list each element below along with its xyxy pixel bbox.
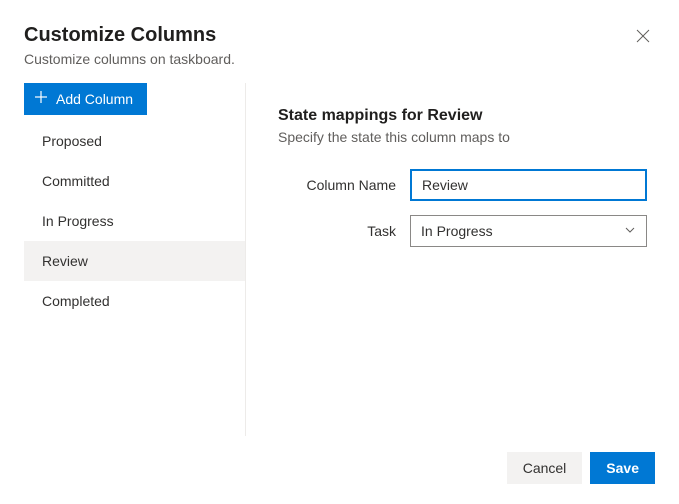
column-name-input[interactable] [410, 169, 647, 201]
section-description: Specify the state this column maps to [278, 129, 647, 145]
dialog-body: Add Column Proposed Committed In Progres… [24, 83, 655, 436]
plus-icon [34, 90, 48, 108]
task-label: Task [278, 223, 396, 239]
dialog-title: Customize Columns [24, 24, 655, 47]
columns-sidebar: Add Column Proposed Committed In Progres… [24, 83, 246, 436]
column-item-committed[interactable]: Committed [24, 161, 245, 201]
close-icon [636, 29, 650, 43]
customize-columns-dialog: Customize Columns Customize columns on t… [0, 0, 679, 504]
column-item-review[interactable]: Review [24, 241, 245, 281]
dialog-header: Customize Columns Customize columns on t… [24, 24, 655, 67]
task-select-value: In Progress [421, 223, 493, 239]
save-button[interactable]: Save [590, 452, 655, 484]
task-row: Task In Progress [278, 215, 647, 247]
column-item-proposed[interactable]: Proposed [24, 121, 245, 161]
cancel-button[interactable]: Cancel [507, 452, 583, 484]
dialog-subtitle: Customize columns on taskboard. [24, 51, 655, 67]
add-column-label: Add Column [56, 91, 133, 107]
section-title: State mappings for Review [278, 107, 647, 125]
column-name-label: Column Name [278, 177, 396, 193]
column-list: Proposed Committed In Progress Review Co… [24, 121, 245, 321]
chevron-down-icon [624, 223, 636, 239]
column-name-row: Column Name [278, 169, 647, 201]
column-item-in-progress[interactable]: In Progress [24, 201, 245, 241]
dialog-footer: Cancel Save [24, 436, 655, 504]
task-select[interactable]: In Progress [410, 215, 647, 247]
column-item-completed[interactable]: Completed [24, 281, 245, 321]
close-button[interactable] [631, 24, 655, 48]
main-panel: State mappings for Review Specify the st… [246, 83, 655, 436]
add-column-button[interactable]: Add Column [24, 83, 147, 115]
